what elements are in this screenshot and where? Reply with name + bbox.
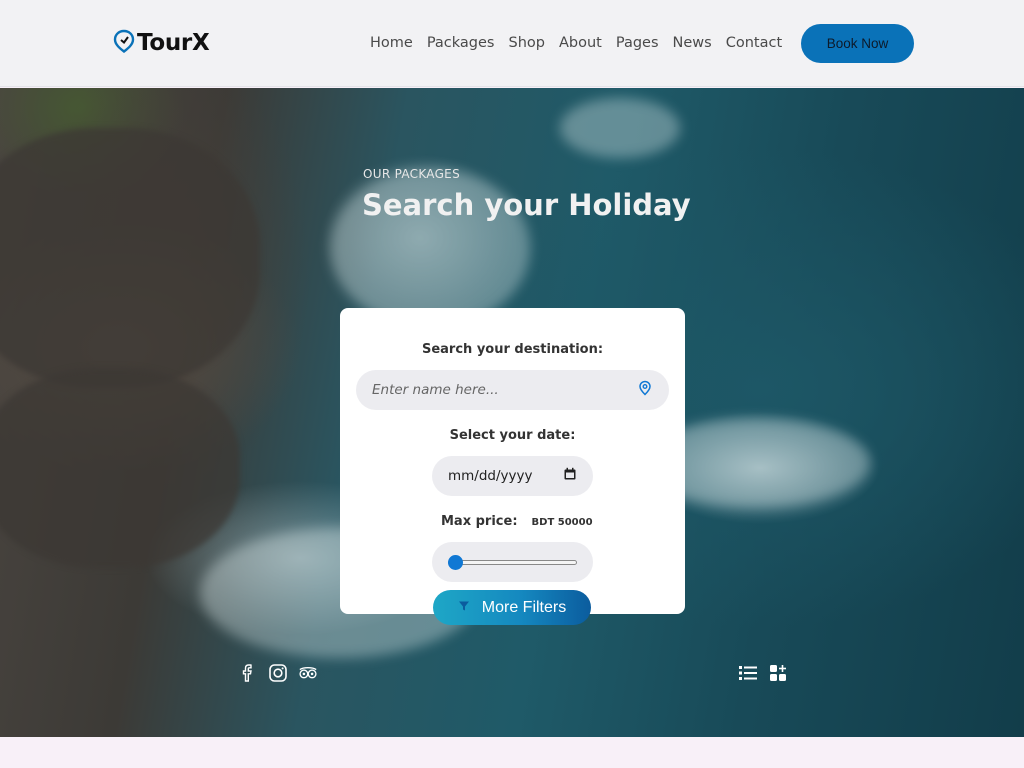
slider-thumb[interactable] (448, 555, 463, 570)
filter-icon (458, 599, 470, 617)
view-toggles (738, 663, 788, 683)
grid-view-icon[interactable] (768, 663, 788, 683)
price-slider[interactable] (432, 542, 593, 582)
list-view-icon[interactable] (738, 663, 758, 683)
location-pin-icon (637, 380, 653, 400)
logo[interactable]: TourX (113, 29, 210, 57)
hero-kicker: OUR PACKAGES (363, 167, 460, 181)
nav-pages[interactable]: Pages (616, 35, 659, 51)
more-filters-button[interactable]: More Filters (433, 590, 591, 625)
destination-input[interactable]: Enter name here... (356, 370, 669, 410)
date-input[interactable]: mm/dd/yyyy (432, 456, 593, 496)
more-filters-label: More Filters (481, 598, 567, 616)
nav-news[interactable]: News (673, 35, 712, 51)
nav-shop[interactable]: Shop (509, 35, 545, 51)
date-placeholder: mm/dd/yyyy (448, 468, 533, 484)
calendar-icon[interactable] (563, 467, 577, 485)
nav-contact[interactable]: Contact (726, 35, 782, 51)
logo-text: TourX (137, 30, 210, 56)
tripadvisor-icon[interactable] (298, 663, 318, 683)
page-footer-strip (0, 737, 1024, 768)
social-links (238, 663, 318, 683)
book-now-button[interactable]: Book Now (801, 24, 914, 63)
price-row: Max price: BDT 50000 (441, 514, 593, 529)
main-nav: Home Packages Shop About Pages News Cont… (370, 35, 796, 51)
site-header: TourX Home Packages Shop About Pages New… (0, 0, 1024, 87)
slider-track[interactable] (448, 560, 577, 565)
destination-label: Search your destination: (421, 342, 604, 357)
price-value: BDT 50000 (531, 517, 593, 528)
nav-home[interactable]: Home (370, 35, 413, 51)
map-pin-icon (113, 29, 135, 57)
facebook-icon[interactable] (238, 663, 258, 683)
hero-title: Search your Holiday (362, 188, 691, 222)
date-label: Select your date: (449, 428, 576, 443)
nav-packages[interactable]: Packages (427, 35, 495, 51)
search-card: Search your destination: Enter name here… (340, 308, 685, 614)
destination-placeholder: Enter name here... (372, 382, 499, 398)
hero-rock-texture (0, 128, 260, 388)
hero-section: OUR PACKAGES Search your Holiday Search … (0, 88, 1024, 737)
hero-surf-texture (560, 98, 680, 158)
hero-rock-texture (0, 368, 240, 568)
price-label: Max price: (441, 514, 518, 529)
nav-about[interactable]: About (559, 35, 602, 51)
instagram-icon[interactable] (268, 663, 288, 683)
